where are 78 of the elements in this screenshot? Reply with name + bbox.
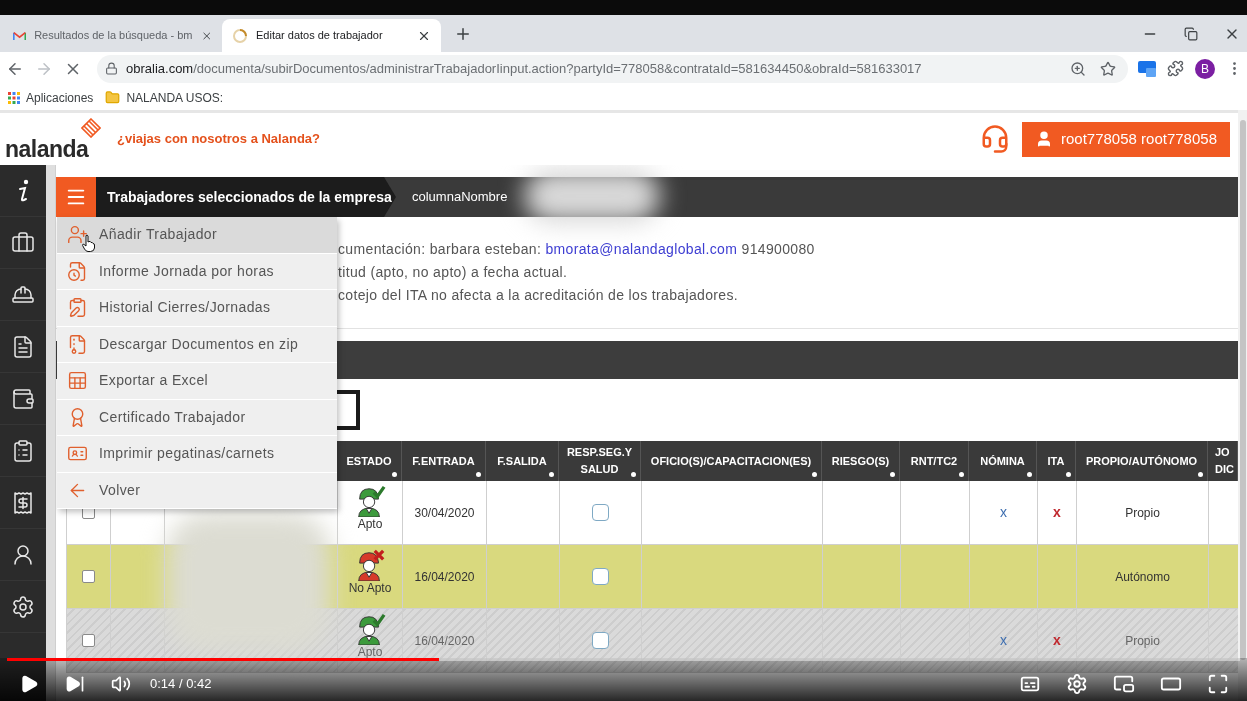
clipboard-icon	[67, 297, 88, 319]
extensions-icon[interactable]	[1167, 60, 1184, 77]
user-icon	[1035, 130, 1053, 148]
safety-checkbox[interactable]	[592, 632, 609, 649]
menu-item[interactable]: Historial Cierres/Jornadas	[57, 290, 337, 327]
row-checkbox[interactable]	[82, 570, 95, 583]
table-cell-text: Propio	[1125, 632, 1160, 650]
user-icon[interactable]	[11, 542, 35, 567]
table-cell-text: x	[1053, 503, 1061, 522]
menu-item[interactable]: Volver	[57, 472, 337, 509]
profile-avatar-button[interactable]: B	[1195, 58, 1215, 79]
screen-extension-icon[interactable]	[1138, 60, 1156, 77]
scrollbar[interactable]	[1238, 110, 1247, 701]
info-icon[interactable]	[16, 178, 30, 203]
logo-mark-icon	[81, 118, 101, 138]
support-headset-icon[interactable]	[980, 124, 1010, 154]
info-text: cotejo del ITA no afecta a la acreditación de los trabajadores.	[338, 286, 740, 305]
safety-checkbox[interactable]	[592, 568, 609, 585]
file-clock-icon	[67, 260, 88, 282]
table-cell-text: Autónomo	[1115, 568, 1170, 586]
breadcrumb-label: columnaNombre	[412, 188, 508, 207]
table-cell-text: 16/04/2020	[414, 568, 475, 586]
menu-item[interactable]: Descargar Documentos en zip	[57, 326, 337, 363]
page-title: Trabajadores seleccionados de la empresa	[96, 177, 396, 217]
table-cell-text: 30/04/2020	[414, 504, 475, 522]
menu-item[interactable]: Añadir Trabajador	[57, 217, 337, 254]
apps-grid-icon	[8, 91, 20, 104]
loading-spinner-icon	[232, 27, 248, 44]
table-cell-text: x	[1000, 631, 1007, 650]
bookmark-link[interactable]: Aplicaciones	[8, 88, 94, 107]
video-progress-track[interactable]	[7, 658, 1240, 661]
restore-icon[interactable]	[1184, 26, 1198, 41]
fullscreen-icon[interactable]	[1207, 673, 1229, 695]
wallet-icon[interactable]	[11, 386, 35, 411]
table-cell-text: 16/04/2020	[414, 632, 475, 650]
envelope-logo-icon	[13, 29, 27, 42]
table-cell-text: x	[1000, 503, 1007, 522]
menu-item[interactable]: Informe Jornada por horas	[57, 253, 337, 290]
play-icon[interactable]	[19, 674, 39, 694]
zoom-icon[interactable]	[1070, 60, 1086, 77]
info-text: titud (apto, no apto) a fecha actual.	[338, 263, 569, 282]
status-label: No Apto	[348, 581, 392, 595]
menu-item[interactable]: Certificado Trabajador	[57, 399, 337, 436]
menu-item[interactable]: Imprimir pegatinas/carnets	[57, 436, 337, 473]
bookmark-link[interactable]: NALANDA USOS:	[105, 88, 224, 107]
receipt-icon[interactable]	[11, 490, 35, 515]
folder-icon	[105, 90, 121, 105]
menu-item[interactable]: Exportar a Excel	[57, 363, 337, 400]
address-field[interactable]: obralia.com/documenta/subirDocumentos/administrarTrabajadorIinput.action?partyId=778058&contrataId=581634450&obraId=581633017	[97, 54, 1128, 83]
safety-checkbox[interactable]	[592, 504, 609, 521]
table-cell-text: x	[1053, 631, 1061, 650]
menu-button[interactable]	[56, 177, 96, 217]
spreadsheet-icon	[67, 370, 88, 392]
settings-icon[interactable]	[1066, 673, 1088, 695]
browser-tab[interactable]: Resultados de la búsqueda - bm	[3, 19, 222, 52]
tagline-link[interactable]: ¿viajas con nosotros a Nalanda?	[117, 129, 320, 149]
lock-icon	[105, 62, 118, 75]
clipboard-icon[interactable]	[11, 438, 35, 463]
briefcase-icon[interactable]	[11, 230, 35, 255]
video-time: 0:14 / 0:42	[150, 675, 212, 694]
browser-tab[interactable]: Editar datos de trabajador	[222, 19, 441, 52]
email-link[interactable]: bmorata@nalandaglobal.com	[545, 241, 738, 257]
status-label: Apto	[357, 645, 383, 659]
settings-icon[interactable]	[11, 594, 35, 619]
miniplayer-icon[interactable]	[1113, 673, 1135, 695]
bookmark-star-icon[interactable]	[1100, 60, 1116, 77]
skip-next-icon[interactable]	[65, 674, 85, 694]
status-label: Apto	[357, 517, 383, 531]
table-row[interactable]: Apto 16/04/2020 x x Propio	[66, 609, 1238, 673]
logo-text: nalanda	[5, 136, 89, 162]
file-archive-icon	[67, 333, 88, 355]
user-plus-icon	[67, 224, 88, 246]
info-text: cumentación: barbara esteban: bmorata@nalandaglobal.com 914900080	[338, 240, 816, 259]
table-cell-text: Propio	[1125, 504, 1160, 522]
hand-cursor-icon	[82, 234, 95, 252]
volume-icon[interactable]	[111, 674, 131, 694]
row-checkbox[interactable]	[82, 634, 95, 647]
document-icon[interactable]	[11, 334, 35, 359]
